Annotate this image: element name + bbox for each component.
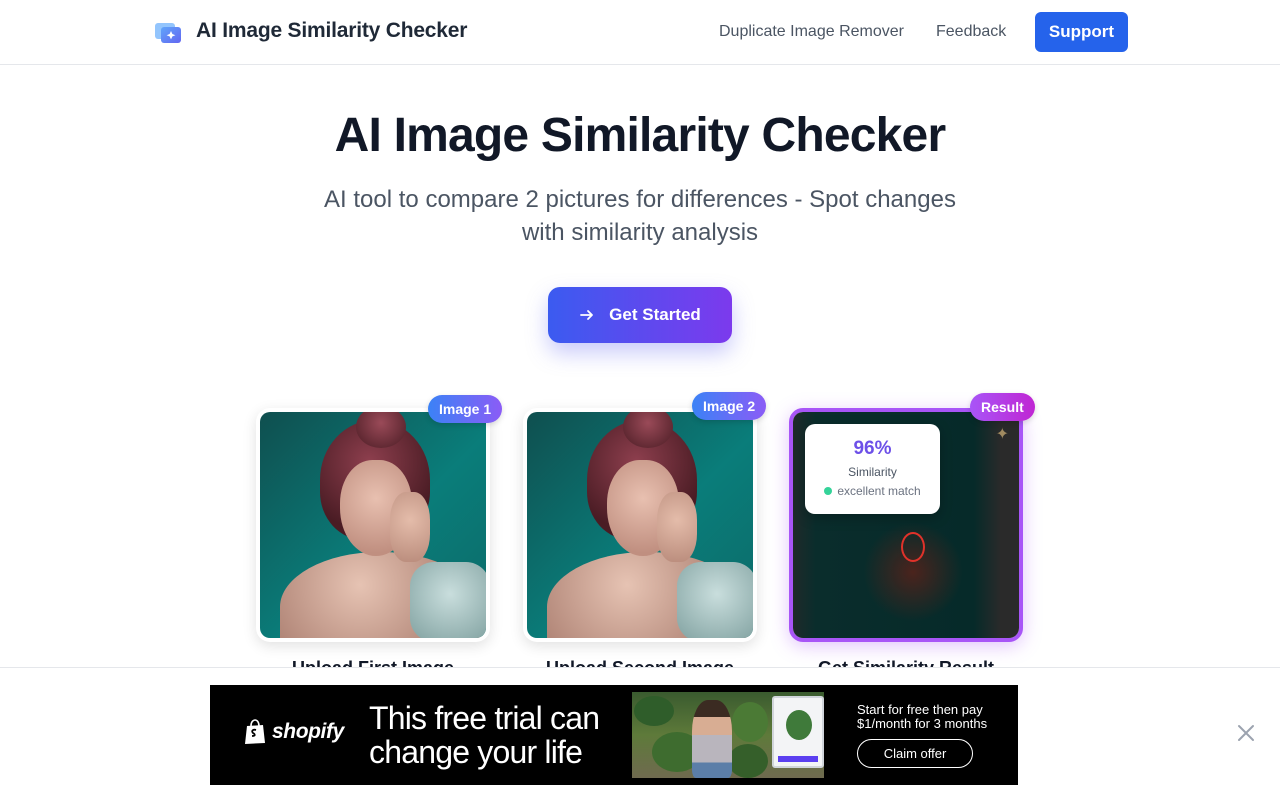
nav-feedback[interactable]: Feedback: [936, 23, 1006, 41]
close-icon[interactable]: [1234, 721, 1258, 745]
sparkle-icon: ✦: [995, 426, 1009, 443]
image-1-preview: [260, 412, 486, 638]
claim-offer-button[interactable]: Claim offer: [857, 739, 973, 768]
ad-headline: This free trial can change your life: [369, 700, 600, 770]
site-header: AI Image Similarity Checker Duplicate Im…: [0, 0, 1280, 65]
result-badge: Result: [970, 393, 1035, 421]
ad-bar: shopify This free trial can change your …: [0, 667, 1280, 800]
match-status-text: excellent match: [837, 484, 921, 498]
shopify-ad[interactable]: shopify This free trial can change your …: [210, 685, 1018, 785]
image-1-card[interactable]: [256, 408, 490, 642]
image-2-preview: [527, 412, 753, 638]
nav-duplicate-image-remover[interactable]: Duplicate Image Remover: [719, 23, 904, 41]
get-started-label: Get Started: [609, 305, 701, 324]
match-status: excellent match: [805, 484, 940, 498]
brand-title[interactable]: AI Image Similarity Checker: [196, 19, 467, 43]
ad-photo: [632, 692, 824, 778]
image-2-card[interactable]: [523, 408, 757, 642]
shopify-logo: shopify: [244, 719, 344, 745]
logo-icon[interactable]: [154, 20, 182, 44]
page-subtitle: AI tool to compare 2 pictures for differ…: [290, 183, 990, 249]
similarity-percent: 96%: [853, 438, 892, 459]
page-title: AI Image Similarity Checker: [334, 109, 946, 162]
similarity-popup: 96% Similarity excellent match: [805, 424, 940, 514]
subtitle-line-2: with similarity analysis: [521, 219, 759, 246]
ad-headline-line-2: change your life: [369, 734, 583, 770]
ad-offer-line-2: $1/month for 3 months: [857, 716, 988, 731]
ad-headline-line-1: This free trial can: [369, 700, 600, 736]
similarity-label: Similarity: [848, 465, 897, 479]
shopping-bag-icon: [245, 719, 265, 744]
support-button[interactable]: Support: [1035, 12, 1128, 52]
status-dot-icon: [824, 487, 833, 495]
image-2-badge: Image 2: [692, 392, 767, 420]
ad-offer-line-1: Start for free then pay: [857, 702, 983, 717]
image-1-badge: Image 1: [428, 395, 503, 423]
shopify-wordmark: shopify: [272, 720, 344, 743]
ad-offer-text: Start for free then pay $1/month for 3 m…: [857, 703, 987, 731]
arrow-right-icon: [580, 310, 594, 320]
result-card[interactable]: ✦ 96% Similarity excellent match: [789, 408, 1023, 642]
subtitle-line-1: AI tool to compare 2 pictures for differ…: [324, 186, 956, 213]
get-started-button[interactable]: Get Started: [548, 287, 732, 343]
result-preview: ✦ 96% Similarity excellent match: [793, 412, 1019, 638]
